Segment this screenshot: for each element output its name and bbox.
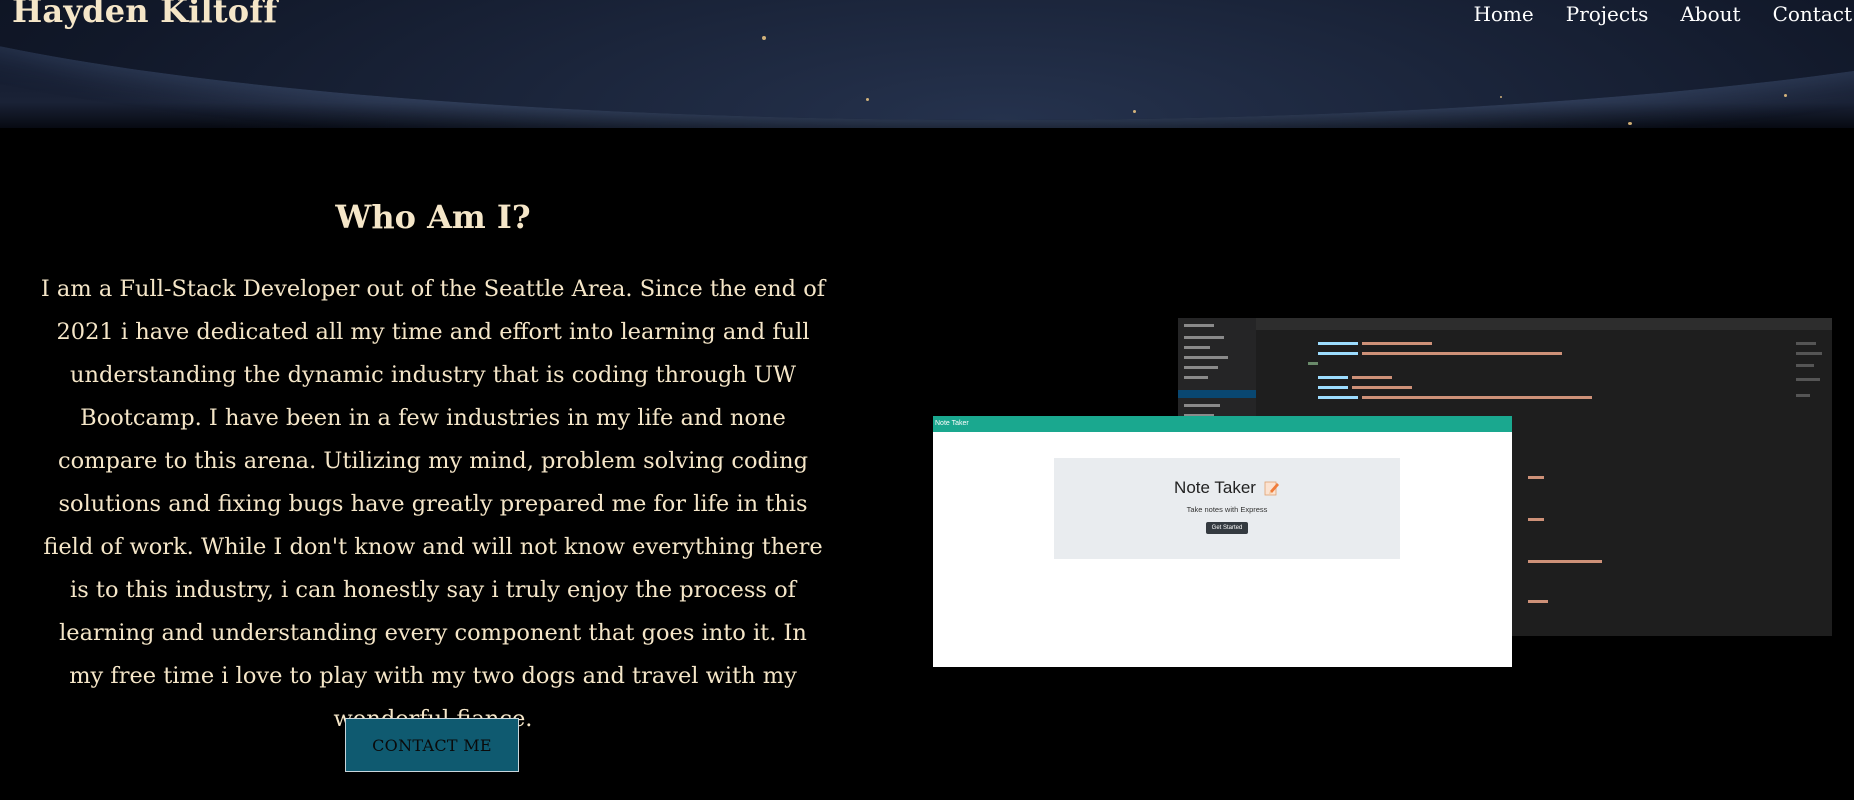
- city-light: [762, 36, 766, 40]
- code-line: [1528, 600, 1548, 603]
- sidebar-row: [1184, 376, 1208, 379]
- get-started-button[interactable]: Get Started: [1205, 522, 1249, 534]
- editor-tabs: [1256, 318, 1832, 330]
- sidebar-row: [1184, 404, 1220, 407]
- sidebar-selected: [1178, 390, 1256, 398]
- app-subtitle: Take notes with Express: [1186, 505, 1268, 514]
- sidebar-row: [1184, 356, 1228, 359]
- sidebar-row: [1184, 336, 1224, 339]
- nav-home[interactable]: Home: [1473, 2, 1533, 26]
- site-brand[interactable]: Hayden Kiltoff: [12, 0, 277, 30]
- code-line: [1528, 560, 1602, 563]
- sidebar-row: [1184, 346, 1210, 349]
- city-light: [866, 98, 869, 101]
- city-light: [1628, 122, 1632, 125]
- code-line: [1528, 476, 1544, 479]
- minimap-line: [1796, 364, 1814, 367]
- editor-minimap: [1796, 342, 1824, 462]
- code-line: [1362, 396, 1592, 399]
- code-line: [1528, 518, 1544, 521]
- nav-about[interactable]: About: [1680, 2, 1740, 26]
- minimap-line: [1796, 378, 1820, 381]
- code-line: [1318, 376, 1348, 379]
- sidebar-row: [1184, 324, 1214, 327]
- about-section: Who Am I? I am a Full-Stack Developer ou…: [40, 196, 826, 741]
- code-line: [1318, 342, 1358, 345]
- code-line: [1308, 362, 1318, 365]
- code-line: [1362, 342, 1432, 345]
- app-title-row: Note Taker: [1054, 478, 1400, 498]
- code-line: [1362, 352, 1562, 355]
- app-title: Note Taker: [1174, 478, 1256, 497]
- note-taker-preview[interactable]: Note Taker Note Taker Take notes with Ex…: [933, 416, 1512, 667]
- main-nav: Home Projects About Contact: [1473, 2, 1852, 26]
- sidebar-row: [1184, 366, 1218, 369]
- app-navbar: Note Taker: [933, 416, 1512, 432]
- code-line: [1352, 376, 1392, 379]
- nav-projects[interactable]: Projects: [1566, 2, 1649, 26]
- nav-contact[interactable]: Contact: [1773, 2, 1852, 26]
- city-light: [1133, 110, 1136, 113]
- code-line: [1318, 396, 1358, 399]
- app-jumbotron: Note Taker Take notes with Express Get S…: [1054, 458, 1400, 559]
- minimap-line: [1796, 394, 1810, 397]
- minimap-line: [1796, 352, 1822, 355]
- code-line: [1318, 352, 1358, 355]
- minimap-line: [1796, 342, 1816, 345]
- code-line: [1318, 386, 1348, 389]
- city-light: [1500, 96, 1502, 98]
- contact-me-button[interactable]: CONTACT ME: [345, 718, 519, 772]
- city-light: [1784, 94, 1787, 97]
- about-title: Who Am I?: [335, 198, 531, 236]
- code-line: [1352, 386, 1412, 389]
- hero-header: Hayden Kiltoff Home Projects About Conta…: [0, 0, 1854, 128]
- about-bio: I am a Full-Stack Developer out of the S…: [40, 276, 826, 732]
- pencil-icon: [1264, 480, 1280, 496]
